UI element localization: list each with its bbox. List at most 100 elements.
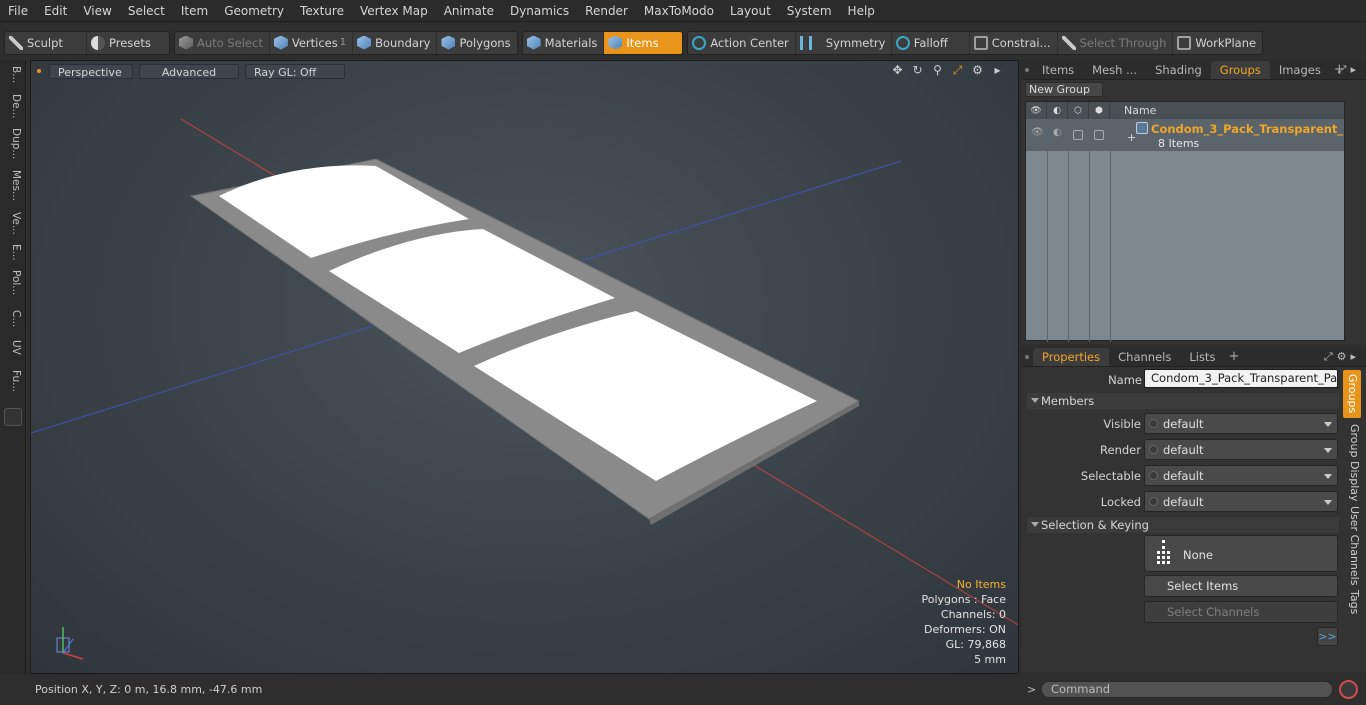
- left-tab-vertex[interactable]: Ve...: [4, 212, 22, 235]
- panel-menu-dot[interactable]: [1025, 67, 1029, 72]
- left-tab-duplicate[interactable]: Dup...: [4, 128, 22, 159]
- selectable-dropdown[interactable]: default: [1144, 465, 1338, 486]
- position-readout: Position X, Y, Z: 0 m, 16.8 mm, -47.6 mm: [35, 682, 263, 696]
- tab-images[interactable]: Images: [1270, 61, 1330, 79]
- menu-system[interactable]: System: [779, 0, 840, 22]
- lock-column-icon[interactable]: ⬡: [1068, 102, 1089, 119]
- left-tab-deform[interactable]: De...: [4, 94, 22, 119]
- left-tab-polygon[interactable]: Pol...: [4, 270, 22, 295]
- menu-item[interactable]: Item: [173, 0, 216, 22]
- presets-button[interactable]: Presets: [87, 32, 169, 54]
- row-visibility-icon[interactable]: 👁: [1031, 127, 1044, 138]
- menu-view[interactable]: View: [75, 0, 119, 22]
- tab-channels[interactable]: Channels: [1109, 348, 1180, 366]
- row-select-icon[interactable]: [1094, 130, 1104, 140]
- tab-groups[interactable]: Groups: [1210, 60, 1270, 79]
- left-tab-fusion[interactable]: Fu...: [4, 370, 22, 392]
- command-input[interactable]: Command: [1041, 681, 1333, 698]
- tab-properties[interactable]: Properties: [1033, 347, 1110, 366]
- name-field[interactable]: Condom_3_Pack_Transparent_Packag: [1144, 369, 1338, 388]
- left-tab-mesh-edit[interactable]: Mes...: [4, 170, 22, 201]
- left-tab-toggle[interactable]: [4, 408, 22, 426]
- left-tab-basic[interactable]: B...: [4, 66, 22, 83]
- menu-select[interactable]: Select: [120, 0, 173, 22]
- menu-dynamics[interactable]: Dynamics: [502, 0, 577, 22]
- menu-geometry[interactable]: Geometry: [216, 0, 292, 22]
- workplane-button[interactable]: WorkPlane: [1173, 32, 1262, 54]
- select-channels-button[interactable]: Select Channels: [1144, 601, 1338, 623]
- auto-select-label: Auto Select: [197, 35, 263, 50]
- side-tab-tags[interactable]: Tags: [1343, 590, 1361, 614]
- group-name[interactable]: Condom_3_Pack_Transparent_ ...: [1151, 122, 1344, 136]
- expand-group-icon[interactable]: +: [1127, 131, 1136, 144]
- viewport-expand-icon[interactable]: ▸: [991, 64, 1004, 77]
- menu-help[interactable]: Help: [840, 0, 883, 22]
- locked-dropdown[interactable]: default: [1144, 491, 1338, 512]
- group-row[interactable]: 👁 ◐ + Condom_3_Pack_Transparent_ ... 8 I…: [1026, 119, 1344, 151]
- items-button[interactable]: Items: [604, 31, 683, 54]
- row-render-icon[interactable]: ◐: [1053, 127, 1062, 138]
- menu-texture[interactable]: Texture: [292, 0, 352, 22]
- auto-select-button[interactable]: Auto Select: [175, 31, 270, 54]
- properties-menu-dot[interactable]: [1025, 354, 1029, 359]
- vertices-button[interactable]: Vertices 1: [270, 31, 354, 54]
- menu-file[interactable]: File: [0, 0, 36, 22]
- fit-view-icon[interactable]: ⤢: [951, 64, 964, 77]
- render-column-icon[interactable]: ◐: [1047, 102, 1068, 119]
- constraints-button[interactable]: Constrai...: [970, 31, 1058, 54]
- visibility-column-icon[interactable]: 👁: [1026, 102, 1047, 119]
- raygl-dropdown[interactable]: Ray GL: Off: [245, 63, 345, 79]
- polygons-button[interactable]: Polygons: [437, 32, 516, 54]
- group-icon: [1136, 122, 1148, 134]
- menu-render[interactable]: Render: [577, 0, 636, 22]
- tab-mesh[interactable]: Mesh ...: [1083, 61, 1146, 79]
- view-mode-dropdown[interactable]: Perspective: [49, 63, 133, 79]
- render-dropdown[interactable]: default: [1144, 439, 1338, 460]
- menu-vertex-map[interactable]: Vertex Map: [352, 0, 436, 22]
- shading-dropdown[interactable]: Advanced: [139, 63, 239, 79]
- tab-shading[interactable]: Shading: [1146, 61, 1211, 79]
- row-lock-icon[interactable]: [1073, 130, 1083, 140]
- side-tab-user-channels[interactable]: User Channels: [1343, 506, 1361, 585]
- rotate-view-icon[interactable]: ↻: [911, 64, 924, 77]
- selection-set-none[interactable]: None: [1144, 535, 1338, 572]
- sculpt-button[interactable]: Sculpt: [5, 31, 87, 54]
- record-macro-icon[interactable]: [1339, 680, 1358, 699]
- add-properties-tab-icon[interactable]: +: [1224, 349, 1243, 364]
- properties-maximize-icon[interactable]: ⤢⚙▸: [1324, 350, 1360, 364]
- properties-panel: Properties Channels Lists + ⤢⚙▸ Name Con…: [1021, 347, 1366, 672]
- select-column-icon[interactable]: ⬢: [1089, 102, 1110, 119]
- falloff-button[interactable]: Falloff: [892, 31, 970, 54]
- viewport-menu-dot[interactable]: [37, 69, 41, 73]
- move-view-icon[interactable]: ✥: [891, 64, 904, 77]
- 3d-viewport[interactable]: Perspective Advanced Ray GL: Off ✥ ↻ ⚲ ⤢…: [30, 60, 1019, 674]
- left-tab-edge[interactable]: E...: [4, 244, 22, 261]
- menu-animate[interactable]: Animate: [436, 0, 502, 22]
- side-tab-groups[interactable]: Groups: [1343, 370, 1361, 418]
- menu-edit[interactable]: Edit: [36, 0, 75, 22]
- side-tab-group-display[interactable]: Group Display: [1343, 424, 1361, 502]
- selection-keying-section[interactable]: Selection & Keying: [1027, 517, 1339, 533]
- symmetry-button[interactable]: Symmetry: [796, 31, 892, 54]
- select-through-button[interactable]: Select Through: [1058, 31, 1174, 54]
- select-items-button[interactable]: Select Items: [1144, 575, 1338, 597]
- tab-items[interactable]: Items: [1033, 61, 1083, 79]
- properties-panel-tabs: Properties Channels Lists +: [1021, 347, 1366, 367]
- menu-layout[interactable]: Layout: [722, 0, 779, 22]
- zoom-view-icon[interactable]: ⚲: [931, 64, 944, 77]
- visible-dropdown[interactable]: default: [1144, 413, 1338, 434]
- viewport-settings-icon[interactable]: ⚙: [971, 64, 984, 77]
- panel-maximize-icon[interactable]: ⤢▸: [1338, 63, 1360, 77]
- groups-scrollbar[interactable]: [1348, 101, 1362, 341]
- members-section[interactable]: Members: [1027, 393, 1339, 409]
- left-tab-curve[interactable]: C...: [4, 310, 22, 327]
- symmetry-label: Symmetry: [825, 35, 886, 50]
- action-center-button[interactable]: Action Center: [688, 31, 796, 54]
- boundary-button[interactable]: Boundary: [353, 31, 438, 54]
- left-tab-uv[interactable]: UV: [4, 340, 22, 355]
- menu-maxtomodo[interactable]: MaxToModo: [636, 0, 722, 22]
- tab-lists[interactable]: Lists: [1180, 348, 1224, 366]
- new-group-button[interactable]: New Group: [1025, 82, 1103, 97]
- materials-button[interactable]: Materials: [523, 31, 605, 54]
- more-options-button[interactable]: >>: [1317, 627, 1338, 646]
